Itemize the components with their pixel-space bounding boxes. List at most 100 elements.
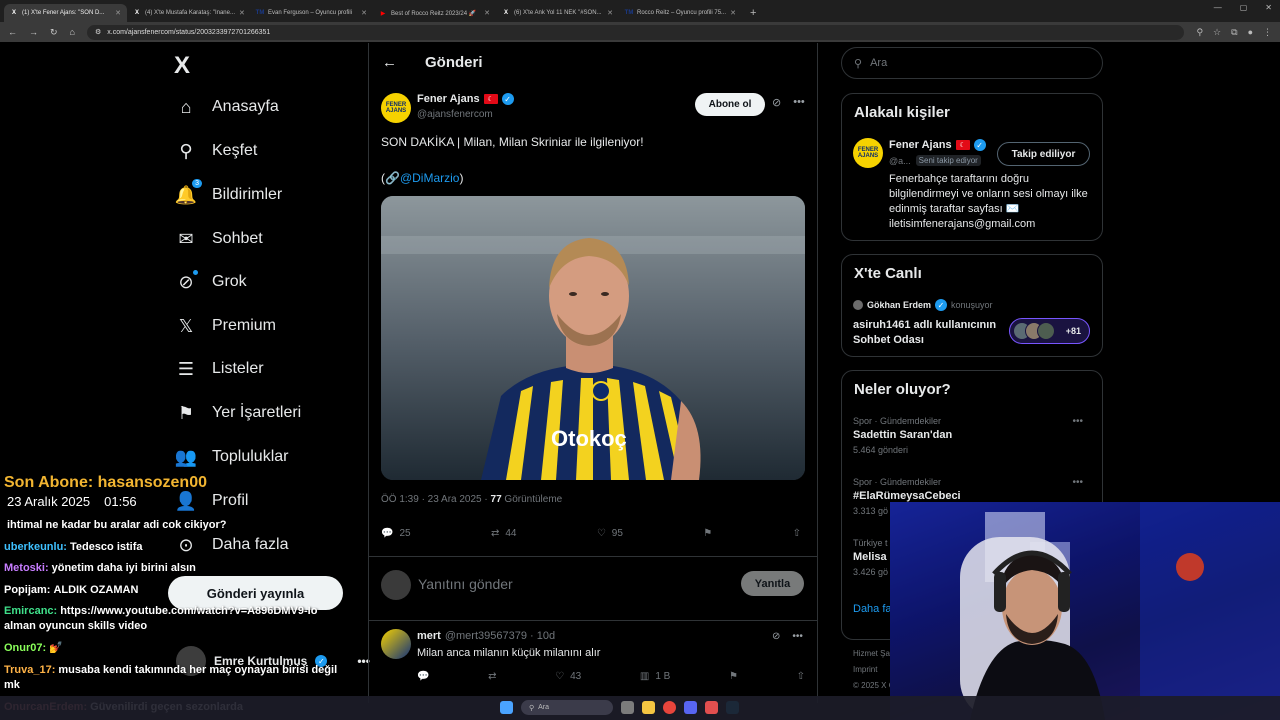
extensions-icon[interactable]: ⧉ — [1231, 27, 1237, 38]
bookmark-action[interactable]: ⚑ — [729, 671, 738, 682]
list-icon: ☰ — [176, 359, 196, 379]
tab-close-icon[interactable]: ✕ — [115, 9, 121, 17]
steam-icon[interactable] — [726, 701, 739, 714]
post-author-name[interactable]: Fener Ajans ☾ ✓ — [417, 93, 514, 105]
browser-tab[interactable]: X (1) X'te Fener Ajans: "SON D... ✕ — [4, 4, 127, 22]
more-dots-icon[interactable]: ••• — [793, 96, 805, 109]
app-icon[interactable] — [705, 701, 718, 714]
link-suffix: ) — [459, 171, 464, 185]
divider — [369, 556, 817, 557]
nav-item-listeler[interactable]: ☰ Listeler — [176, 359, 264, 379]
more-dots-icon[interactable]: ••• — [1072, 416, 1083, 427]
nav-item-bildirimler[interactable]: 🔔 3 Bildirimler — [175, 179, 282, 205]
bookmark-action[interactable]: ⚑ — [703, 528, 712, 539]
post-author-handle[interactable]: @ajansfenercom — [417, 109, 493, 120]
tab-close-icon[interactable]: ✕ — [607, 9, 613, 17]
relevant-person-avatar[interactable]: FENER AJANS — [853, 138, 883, 168]
like-action[interactable]: ♡ 43 — [555, 671, 581, 682]
share-action[interactable]: ⇧ — [793, 528, 801, 539]
browser-tab[interactable]: ▶ Best of Rocco Reitz 2023/24 🚀 ✕ — [373, 4, 496, 22]
browser-tab[interactable]: TM Evan Ferguson – Oyuncu profili ✕ — [250, 4, 373, 22]
site-info-icon[interactable]: ⚙ — [95, 28, 101, 36]
live-host[interactable]: Gökhan Erdem ✓ konuşuyor — [853, 299, 993, 311]
reload-icon[interactable]: ↻ — [50, 27, 58, 38]
mention-link[interactable]: @DiMarzio — [400, 171, 460, 185]
trend-name: Sadettin Saran'dan — [853, 429, 953, 441]
close-window-icon[interactable]: ✕ — [1265, 3, 1272, 12]
menu-kebab-icon[interactable]: ⋮ — [1263, 27, 1272, 38]
task-view-icon[interactable] — [621, 701, 634, 714]
live-listeners-pill[interactable]: +81 — [1009, 318, 1090, 344]
footer-links: Hizmet Şa Imprint © 2025 X C — [853, 646, 894, 694]
subscribe-button[interactable]: Abone ol — [695, 93, 765, 116]
browser-tab[interactable]: X (6) X'te Ank Yol 11 NEK "#SON... ✕ — [496, 4, 619, 22]
more-dots-icon[interactable]: ••• — [792, 631, 803, 642]
taskbar-search-text: Ara — [538, 704, 550, 711]
nav-item-keşfet[interactable]: ⚲ Keşfet — [176, 141, 257, 161]
reply-button[interactable]: Yanıtla — [741, 571, 804, 596]
taskbar-search[interactable]: ⚲ Ara — [521, 700, 613, 715]
tab-close-icon[interactable]: ✕ — [730, 9, 736, 17]
reply-action[interactable]: 💬 — [417, 671, 429, 682]
list-icon-glyph: ☰ — [177, 358, 195, 379]
repost-action[interactable]: ⇄ 44 — [491, 528, 517, 539]
search-input[interactable]: ⚲ Ara — [841, 47, 1103, 79]
tab-close-icon[interactable]: ✕ — [361, 9, 367, 17]
post-author-avatar[interactable]: FENER AJANS — [381, 93, 411, 123]
bookmark-icon: ⚑ — [176, 403, 196, 423]
windows-start-icon[interactable] — [500, 701, 513, 714]
show-more-link[interactable]: Daha fa — [853, 603, 892, 615]
trend-category: Spor · Gündemdekiler — [853, 477, 942, 487]
comment-avatar[interactable] — [381, 629, 411, 659]
trend-item[interactable]: Spor · Gündemdekiler Sadettin Saran'dan 5.… — [853, 416, 1093, 455]
nav-item-profil[interactable]: 👤 Profil — [175, 491, 249, 511]
new-tab-button[interactable]: + — [742, 4, 764, 22]
like-action[interactable]: ♡ 95 — [597, 528, 623, 539]
nav-item-grok[interactable]: ⊘ Grok — [176, 270, 247, 292]
nav-item-topluluklar[interactable]: 👥 Topluluklar — [175, 447, 289, 467]
footer-link[interactable]: © 2025 X C — [853, 678, 894, 694]
address-bar[interactable]: ⚙ x.com/ajansfenercom/status/20032339727… — [86, 24, 1185, 40]
following-button[interactable]: Takip ediliyor — [997, 142, 1090, 166]
back-arrow-icon[interactable]: ← — [382, 54, 397, 71]
discord-icon[interactable] — [684, 701, 697, 714]
browser-tab[interactable]: TM Rocco Reitz – Oyuncu profili 75... ✕ — [619, 4, 742, 22]
more-dots-icon[interactable]: ••• — [1072, 477, 1083, 488]
repost-action[interactable]: ⇄ — [488, 671, 496, 682]
tab-close-icon[interactable]: ✕ — [239, 9, 245, 17]
nav-item-yer-i-şaretleri[interactable]: ⚑ Yer İşaretleri — [176, 403, 301, 423]
follows-you-badge: Seni takip ediyor — [915, 155, 981, 166]
reply-input[interactable]: Yanıtını gönder — [418, 576, 513, 592]
post-timestamp[interactable]: ÖÖ 1:39 · 23 Ara 2025 · — [381, 494, 491, 505]
footer-link[interactable]: Imprint — [853, 662, 894, 678]
browser-tab[interactable]: X (4) X'te Mustafa Karataş: "Inane... ✕ — [127, 4, 250, 22]
post-image[interactable]: Otokoç — [381, 196, 805, 480]
home-browser-icon[interactable]: ⌂ — [70, 27, 75, 37]
footer-link[interactable]: Hizmet Şa — [853, 646, 894, 662]
views-action[interactable]: ▥ 1 B — [640, 671, 670, 682]
x-logo[interactable]: X — [174, 52, 190, 80]
profile-avatar-icon[interactable]: ● — [1248, 27, 1253, 38]
browser-tab-strip: X (1) X'te Fener Ajans: "SON D... ✕ X (4) X'… — [0, 0, 1280, 22]
forward-icon[interactable]: → — [29, 27, 38, 37]
back-icon[interactable]: ← — [8, 27, 17, 37]
file-explorer-icon[interactable] — [642, 701, 655, 714]
chat-text: yönetim daha iyi birini alsın — [51, 562, 196, 574]
share-action[interactable]: ⇧ — [797, 671, 805, 682]
nav-item-premium[interactable]: 𝕏 Premium — [176, 316, 276, 336]
reply-action[interactable]: 💬 25 — [381, 528, 411, 539]
nav-item-sohbet[interactable]: ✉ Sohbet — [176, 229, 262, 249]
bookmark-star-icon[interactable]: ☆ — [1213, 27, 1221, 38]
relevant-person-name[interactable]: Fener Ajans ☾ ✓ — [889, 139, 986, 151]
live-room-title[interactable]: asiruh1461 adlı kullanıcının Sohbet Odas… — [853, 318, 1003, 348]
zoom-icon[interactable]: ⚲ — [1196, 27, 1203, 38]
grok-icon[interactable]: ⊘ — [772, 96, 781, 109]
minimize-icon[interactable]: — — [1214, 3, 1222, 12]
tab-close-icon[interactable]: ✕ — [484, 9, 490, 17]
chrome-icon[interactable] — [663, 701, 676, 714]
tab-title: Evan Ferguson – Oyuncu profili — [268, 10, 353, 16]
maximize-icon[interactable]: ▢ — [1240, 3, 1248, 12]
nav-item-anasayfa[interactable]: ⌂ Anasayfa — [176, 97, 279, 117]
comment-author-name[interactable]: mert — [417, 630, 441, 642]
grok-icon[interactable]: ⊘ — [772, 631, 780, 642]
